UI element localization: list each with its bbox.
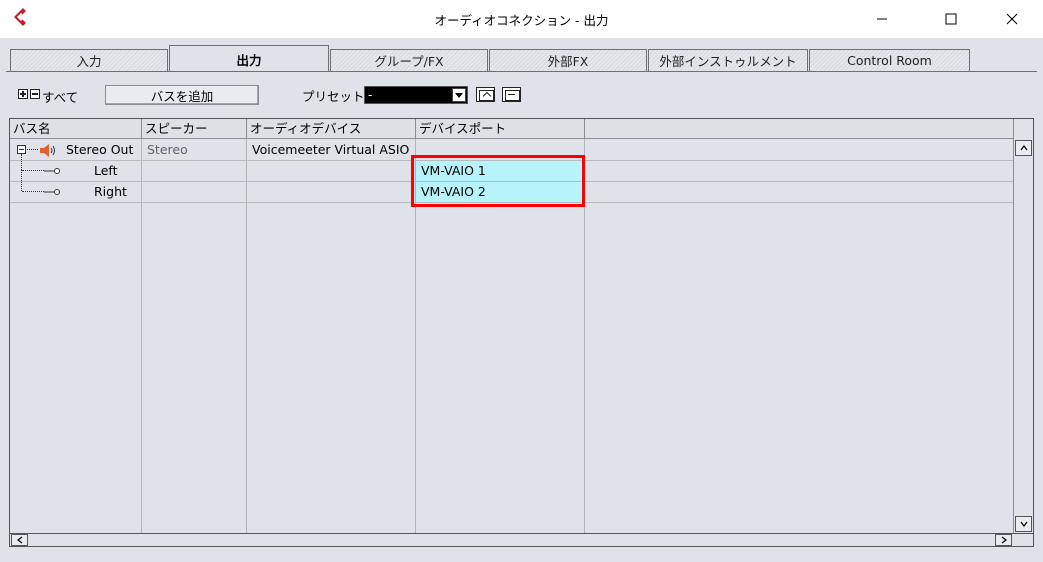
expand-all-icon[interactable] <box>18 89 28 99</box>
speaker-icon <box>40 144 55 157</box>
tree-line <box>27 149 38 150</box>
tab-external-fx[interactable]: 外部FX <box>489 49 647 71</box>
tab-external-instruments[interactable]: 外部インストゥルメント <box>648 49 808 71</box>
bus-name-cell[interactable]: Left <box>90 161 142 181</box>
column-header-audio-device[interactable]: オーディオデバイス <box>247 119 416 139</box>
channel-port-icon <box>44 168 60 174</box>
chevron-down-icon <box>1020 521 1027 527</box>
scroll-up-button[interactable] <box>1015 140 1032 156</box>
tree-line <box>22 170 44 171</box>
column-header-bus-name[interactable]: バス名 <box>10 119 142 139</box>
tree-collapse-icon[interactable] <box>17 145 26 154</box>
add-bus-button[interactable]: バスを追加 <box>105 85 259 105</box>
tree-line <box>21 154 22 170</box>
chevron-left-icon <box>16 536 22 544</box>
audio-connections-panel: 入力 出力 グループ/FX 外部FX 外部インストゥルメント Control R… <box>0 38 1043 562</box>
remove-preset-icon[interactable] <box>502 87 521 102</box>
column-header-speaker[interactable]: スピーカー <box>142 119 247 139</box>
collapse-all-icon[interactable] <box>30 89 40 99</box>
channel-port-icon <box>44 189 60 195</box>
preset-value: - <box>368 88 373 102</box>
speaker-cell[interactable]: Stereo <box>142 140 246 160</box>
horizontal-scrollbar[interactable] <box>10 533 1033 546</box>
speaker-cell[interactable] <box>142 161 246 181</box>
speaker-cell[interactable] <box>142 182 246 202</box>
tree-line <box>21 170 22 191</box>
tab-control-room[interactable]: Control Room <box>809 49 970 71</box>
minimize-button[interactable] <box>859 0 905 38</box>
bus-name-cell[interactable]: Right <box>90 182 142 202</box>
maximize-button[interactable] <box>928 0 974 38</box>
tab-group-fx[interactable]: グループ/FX <box>330 49 488 71</box>
tab-divider <box>6 71 1037 72</box>
chevron-right-icon <box>1001 536 1007 544</box>
tab-output[interactable]: 出力 <box>169 45 329 72</box>
chevron-up-icon <box>1020 145 1027 151</box>
scroll-left-button[interactable] <box>11 534 28 546</box>
tab-input[interactable]: 入力 <box>10 49 168 71</box>
toolbar: すべて バスを追加 プリセット - <box>0 84 1043 108</box>
minimize-icon <box>877 18 887 20</box>
audio-device-cell[interactable]: Voicemeeter Virtual ASIO <box>247 140 415 160</box>
scroll-down-button[interactable] <box>1015 516 1032 532</box>
tab-bar: 入力 出力 グループ/FX 外部FX 外部インストゥルメント Control R… <box>6 43 1037 72</box>
vertical-scrollbar[interactable] <box>1013 119 1033 536</box>
column-header-device-port[interactable]: デバイスポート <box>416 119 585 139</box>
title-bar: オーディオコネクション - 出力 <box>0 0 1043 38</box>
close-button[interactable] <box>989 0 1035 38</box>
bus-name-cell[interactable]: Stereo Out <box>62 140 142 160</box>
store-preset-icon[interactable] <box>476 87 495 102</box>
preset-label: プリセット <box>302 89 365 104</box>
audio-device-cell[interactable] <box>247 161 415 181</box>
scroll-right-button[interactable] <box>995 534 1012 546</box>
audio-device-cell[interactable] <box>247 182 415 202</box>
preset-dropdown[interactable]: - <box>364 86 468 104</box>
close-icon <box>1006 13 1018 25</box>
tree-line <box>22 191 44 192</box>
table-header: バス名 スピーカー オーディオデバイス デバイスポート <box>10 119 1013 139</box>
all-label: すべて <box>42 90 79 105</box>
maximize-icon <box>945 13 957 25</box>
highlight-box <box>411 155 585 207</box>
chevron-down-icon[interactable] <box>452 88 466 102</box>
